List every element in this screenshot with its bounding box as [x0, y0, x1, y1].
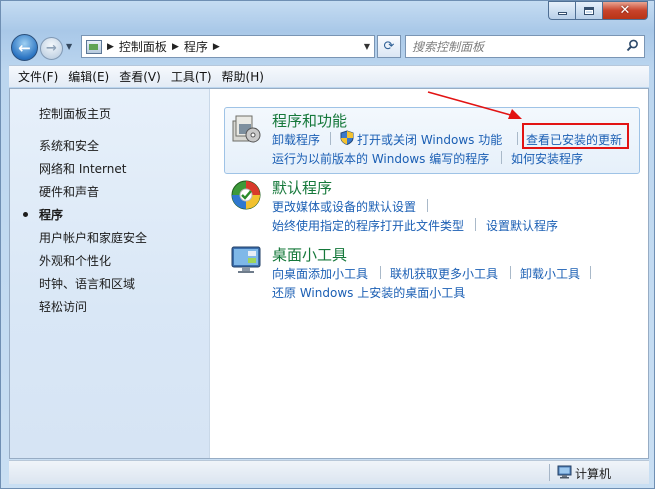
- link-set-default-programs[interactable]: 设置默认程序: [486, 217, 558, 234]
- current-item-bullet-icon: [23, 212, 28, 217]
- back-button[interactable]: ←: [11, 34, 38, 61]
- link-separator: [330, 132, 331, 145]
- category-title-desktop-gadgets[interactable]: 桌面小工具: [272, 244, 347, 265]
- search-input[interactable]: [412, 37, 612, 56]
- computer-icon: [557, 465, 572, 479]
- content-area: 控制面板主页 系统和安全 网络和 Internet 硬件和声音 程序 用户帐户和…: [9, 88, 649, 459]
- history-dropdown-icon[interactable]: ▼: [66, 42, 76, 52]
- link-get-more-gadgets[interactable]: 联机获取更多小工具: [390, 265, 498, 282]
- maximize-icon: [584, 6, 594, 15]
- link-always-use-program[interactable]: 始终使用指定的程序打开此文件类型: [272, 217, 464, 234]
- category-title-default-programs[interactable]: 默认程序: [272, 177, 332, 198]
- sidebar-item-system-security[interactable]: 系统和安全: [39, 137, 99, 154]
- link-separator: [517, 132, 518, 145]
- link-separator: [510, 266, 511, 279]
- link-separator: [427, 199, 428, 212]
- sidebar-item-home[interactable]: 控制面板主页: [39, 105, 111, 122]
- address-bar[interactable]: ▶ 控制面板 ▶ 程序 ▶ ▼: [81, 35, 375, 58]
- sidebar-item-clock-region[interactable]: 时钟、语言和区域: [39, 275, 135, 292]
- arrow-left-icon: ←: [18, 38, 31, 57]
- breadcrumb-programs[interactable]: 程序: [184, 38, 208, 55]
- sidebar-item-hardware[interactable]: 硬件和声音: [39, 183, 99, 200]
- link-separator: [501, 151, 502, 164]
- forward-button[interactable]: →: [40, 37, 63, 60]
- link-run-older-programs[interactable]: 运行为以前版本的 Windows 编写的程序: [272, 150, 489, 167]
- arrow-right-icon: →: [46, 41, 57, 56]
- link-separator: [590, 266, 591, 279]
- programs-features-icon[interactable]: [230, 111, 264, 145]
- navigation-bar: ← → ▼ ▶ 控制面板 ▶ 程序 ▶ ▼ ⟳: [9, 33, 649, 61]
- menu-view[interactable]: 查看(V): [114, 68, 166, 85]
- menu-tools[interactable]: 工具(T): [166, 68, 217, 85]
- category-title-programs-features[interactable]: 程序和功能: [272, 110, 347, 131]
- caption-buttons: ✕: [548, 1, 648, 20]
- link-separator: [380, 266, 381, 279]
- link-add-gadgets[interactable]: 向桌面添加小工具: [272, 265, 368, 282]
- chevron-down-icon[interactable]: ▼: [364, 42, 370, 51]
- default-programs-icon[interactable]: [230, 179, 262, 211]
- breadcrumb-control-panel[interactable]: 控制面板: [119, 38, 167, 55]
- left-navigation-pane: 控制面板主页 系统和安全 网络和 Internet 硬件和声音 程序 用户帐户和…: [10, 89, 210, 458]
- highlight-box: [522, 123, 629, 149]
- minimize-button[interactable]: [548, 1, 575, 20]
- sidebar-item-network[interactable]: 网络和 Internet: [39, 160, 126, 177]
- link-uninstall-program[interactable]: 卸载程序: [272, 131, 320, 148]
- link-how-to-install[interactable]: 如何安装程序: [511, 150, 583, 167]
- uac-shield-icon: [340, 130, 354, 145]
- search-icon[interactable]: [626, 39, 639, 52]
- control-panel-icon: [86, 39, 102, 54]
- link-change-media-defaults[interactable]: 更改媒体或设备的默认设置: [272, 198, 416, 215]
- minimize-icon: [557, 12, 567, 15]
- chevron-right-icon[interactable]: ▶: [213, 42, 220, 52]
- annotation-arrow-icon: [427, 91, 522, 119]
- status-separator: [549, 464, 550, 481]
- menu-file[interactable]: 文件(F): [13, 68, 63, 85]
- refresh-icon: ⟳: [383, 39, 395, 54]
- sidebar-item-programs: 程序: [39, 208, 64, 222]
- close-button[interactable]: ✕: [602, 1, 648, 20]
- maximize-button[interactable]: [575, 1, 602, 20]
- link-restore-gadgets[interactable]: 还原 Windows 上安装的桌面小工具: [272, 284, 465, 301]
- menu-help[interactable]: 帮助(H): [217, 68, 269, 85]
- desktop-gadgets-icon[interactable]: [230, 243, 262, 275]
- status-location: 计算机: [575, 467, 612, 481]
- search-box[interactable]: [405, 35, 645, 58]
- chevron-right-icon[interactable]: ▶: [107, 42, 114, 52]
- sidebar-item-ease-of-access[interactable]: 轻松访问: [39, 298, 87, 315]
- window-frame: ✕ ← → ▼ ▶ 控制面板 ▶ 程序 ▶ ▼ ⟳ 文件(F) 编辑(E) 查看…: [0, 0, 655, 489]
- refresh-button[interactable]: ⟳: [377, 35, 401, 58]
- link-separator: [475, 218, 476, 231]
- status-bar: 计算机: [9, 460, 649, 484]
- menu-bar: 文件(F) 编辑(E) 查看(V) 工具(T) 帮助(H): [9, 65, 649, 87]
- menu-edit[interactable]: 编辑(E): [63, 68, 114, 85]
- sidebar-item-appearance[interactable]: 外观和个性化: [39, 252, 111, 269]
- link-turn-windows-features[interactable]: 打开或关闭 Windows 功能: [357, 131, 502, 148]
- sidebar-item-user-accounts[interactable]: 用户帐户和家庭安全: [39, 229, 147, 246]
- close-icon: ✕: [619, 3, 631, 18]
- link-uninstall-gadget[interactable]: 卸载小工具: [520, 265, 580, 282]
- chevron-right-icon[interactable]: ▶: [172, 42, 179, 52]
